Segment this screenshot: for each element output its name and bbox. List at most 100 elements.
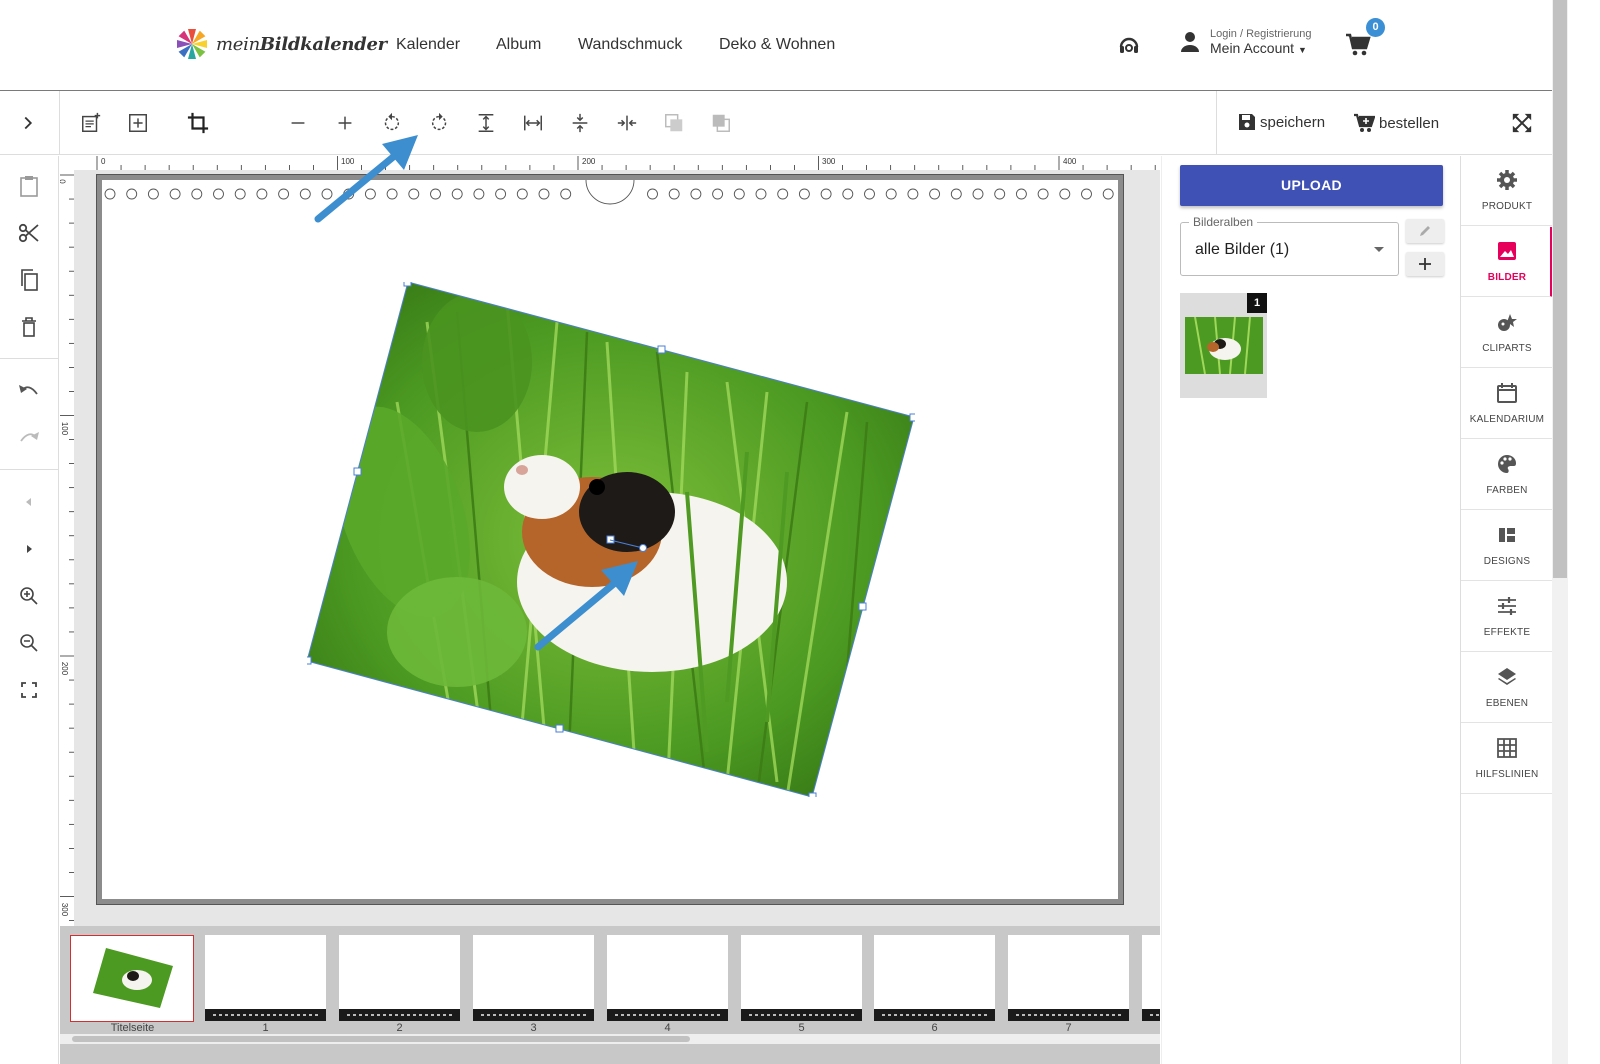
toolbar-divider xyxy=(59,91,60,155)
cut-button[interactable] xyxy=(17,221,41,245)
clipart-icon xyxy=(1498,314,1517,331)
page-label: 7 xyxy=(1065,1022,1072,1034)
bring-forward-button[interactable] xyxy=(709,111,733,135)
ruler-label: 200 xyxy=(60,661,70,676)
page-label: 1 xyxy=(262,1022,269,1034)
crop-button[interactable] xyxy=(186,111,210,135)
previous-page-button[interactable] xyxy=(17,490,41,514)
images-panel: UPLOAD Bilderalben alle Bilder (1) 1 xyxy=(1161,156,1460,1064)
pencil-icon xyxy=(1420,226,1430,236)
nav-produkt[interactable]: PRODUKT xyxy=(1461,156,1553,226)
page-thumb-3[interactable] xyxy=(473,935,594,1021)
send-backward-button[interactable] xyxy=(662,111,686,135)
cart-icon[interactable] xyxy=(1345,33,1371,57)
album-select[interactable]: Bilderalben alle Bilder (1) xyxy=(1180,215,1399,276)
thumb-photo xyxy=(93,948,173,1008)
save-button[interactable]: speichern xyxy=(1238,113,1325,131)
nav-album[interactable]: Album xyxy=(496,36,541,54)
caret-right-icon xyxy=(27,545,32,553)
center-vertical-button[interactable] xyxy=(568,111,592,135)
center-horizontal-icon xyxy=(617,115,637,131)
login-register-link[interactable]: Login / Registrierung xyxy=(1210,28,1312,40)
zoom-in-icon xyxy=(20,587,38,605)
ruler-label: 300 xyxy=(60,902,70,917)
plus-icon xyxy=(1419,258,1431,270)
left-divider xyxy=(0,469,59,470)
caret-down-icon xyxy=(1374,247,1384,252)
album-select-label: Bilderalben xyxy=(1189,215,1258,229)
nav-label: BILDER xyxy=(1487,272,1527,283)
add-image-box-button[interactable] xyxy=(126,111,150,135)
next-page-button[interactable] xyxy=(17,537,41,561)
page-thumb-4[interactable] xyxy=(607,935,728,1021)
support-headset-icon[interactable] xyxy=(1117,34,1141,58)
cart-count-badge: 0 xyxy=(1366,18,1385,37)
nav-farben[interactable]: FARBEN xyxy=(1461,440,1553,510)
crop-icon xyxy=(187,112,209,134)
add-album-button[interactable] xyxy=(1406,252,1444,276)
toggle-left-panel-button[interactable] xyxy=(16,111,40,135)
edit-album-button[interactable] xyxy=(1406,219,1444,243)
nav-label: PRODUKT xyxy=(1481,201,1533,212)
page-thumb-titelseite[interactable] xyxy=(70,935,194,1022)
sliders-icon xyxy=(1498,597,1516,615)
annotation-arrow-rotate xyxy=(314,135,418,223)
nav-hilfslinien[interactable]: HILFSLINIEN xyxy=(1461,724,1553,794)
cart-plus-icon xyxy=(1354,113,1375,132)
copy-button[interactable] xyxy=(17,268,41,292)
calendar-icon xyxy=(1497,383,1517,403)
page-thumb-8[interactable] xyxy=(1142,935,1160,1021)
upload-button[interactable]: UPLOAD xyxy=(1180,165,1443,206)
brand-name: meinBildkalender xyxy=(216,33,387,55)
page-thumb-1[interactable] xyxy=(205,935,326,1021)
expand-arrows-icon xyxy=(1512,113,1532,133)
nav-wandschmuck[interactable]: Wandschmuck xyxy=(578,36,682,54)
page-thumb-5[interactable] xyxy=(741,935,862,1021)
nav-kalender[interactable]: Kalender xyxy=(396,36,460,54)
center-vertical-icon xyxy=(572,113,588,133)
nav-bilder[interactable]: BILDER xyxy=(1461,227,1553,297)
image-usage-badge: 1 xyxy=(1247,293,1267,313)
gear-icon xyxy=(1497,170,1517,190)
nav-deko-wohnen[interactable]: Deko & Wohnen xyxy=(719,36,835,54)
caret-down-icon: ▼ xyxy=(1297,45,1307,55)
nav-ebenen[interactable]: EBENEN xyxy=(1461,653,1553,723)
center-horizontal-button[interactable] xyxy=(615,111,639,135)
account-menu[interactable]: Login / Registrierung Mein Account ▼ xyxy=(1180,28,1312,56)
page-scrollbar-thumb[interactable] xyxy=(1553,0,1567,578)
zoom-in-button[interactable] xyxy=(17,584,41,608)
page-label: Titelseite xyxy=(110,1022,155,1034)
nav-effekte[interactable]: EFFEKTE xyxy=(1461,582,1553,652)
nav-designs[interactable]: DESIGNS xyxy=(1461,511,1553,581)
caret-left-icon xyxy=(26,498,31,506)
delete-button[interactable] xyxy=(17,315,41,339)
paste-button[interactable] xyxy=(17,174,41,198)
fit-height-button[interactable] xyxy=(474,111,498,135)
brand-logo[interactable]: meinBildkalender xyxy=(174,26,387,62)
redo-button[interactable] xyxy=(17,426,41,450)
rotate-right-button[interactable] xyxy=(427,111,451,135)
rotated-photo-guinea-pig[interactable] xyxy=(307,282,915,797)
add-text-button[interactable] xyxy=(79,111,103,135)
zoom-out-button[interactable] xyxy=(17,631,41,655)
fit-width-button[interactable] xyxy=(521,111,545,135)
zoom-out-image-button[interactable] xyxy=(286,111,310,135)
left-tool-bar xyxy=(0,156,59,1064)
filmstrip-scrollbar[interactable] xyxy=(60,1034,1160,1044)
layer-back-icon xyxy=(665,114,683,132)
nav-cliparts[interactable]: CLIPARTS xyxy=(1461,298,1553,368)
fit-to-screen-button[interactable] xyxy=(17,678,41,702)
page-thumb-6[interactable] xyxy=(874,935,995,1021)
undo-button[interactable] xyxy=(17,379,41,403)
annotation-arrow-handle xyxy=(534,561,638,651)
page-thumb-2[interactable] xyxy=(339,935,460,1021)
page-thumb-7[interactable] xyxy=(1008,935,1129,1021)
order-label: bestellen xyxy=(1379,114,1440,132)
my-account-dropdown[interactable]: Mein Account ▼ xyxy=(1210,40,1312,56)
nav-kalendarium[interactable]: KALENDARIUM xyxy=(1461,369,1553,439)
save-label: speichern xyxy=(1260,113,1326,131)
order-button[interactable]: bestellen xyxy=(1353,113,1439,133)
fullscreen-button[interactable] xyxy=(1510,111,1534,135)
page-label: 3 xyxy=(530,1022,537,1034)
nav-label: CLIPARTS xyxy=(1482,343,1532,354)
